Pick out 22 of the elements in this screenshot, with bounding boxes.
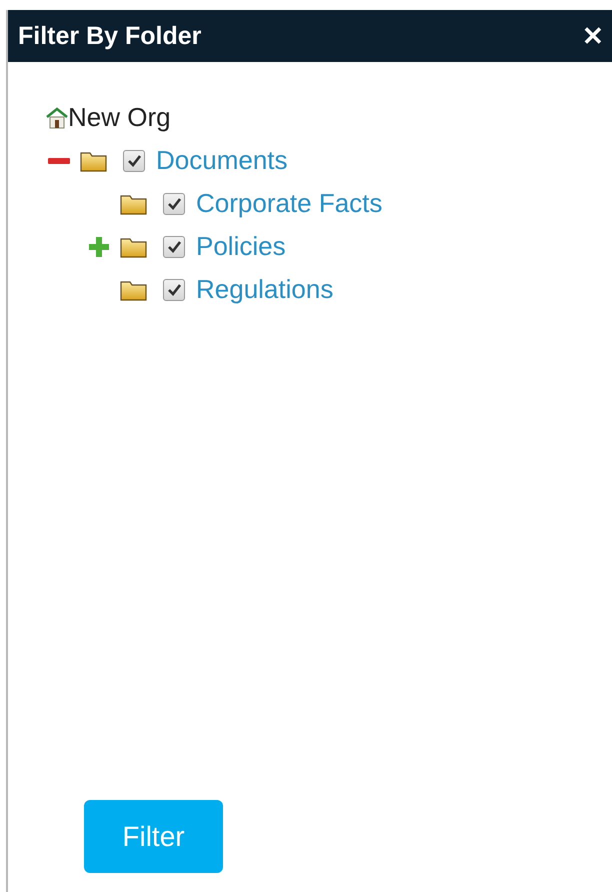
filter-button[interactable]: Filter [84, 800, 223, 873]
expand-icon[interactable] [86, 234, 112, 258]
check-icon [167, 240, 181, 254]
check-icon [127, 154, 141, 168]
check-icon [167, 196, 181, 210]
folder-icon [120, 278, 147, 300]
folder-icon [120, 192, 147, 214]
checkbox[interactable] [163, 278, 185, 300]
checkbox[interactable] [163, 192, 185, 214]
folder-icon [80, 150, 107, 172]
folder-link[interactable]: Documents [156, 145, 288, 176]
check-icon [167, 282, 181, 296]
home-icon [46, 106, 68, 128]
root-folder-link[interactable]: New Org [68, 102, 171, 133]
close-button[interactable]: ✕ [582, 20, 604, 52]
folder-link[interactable]: Policies [196, 231, 286, 262]
checkbox[interactable] [163, 236, 185, 258]
dialog-title: Filter By Folder [18, 22, 202, 50]
folder-icon [120, 236, 147, 258]
folder-link[interactable]: Regulations [196, 274, 334, 305]
folder-link[interactable]: Corporate Facts [196, 188, 382, 219]
checkbox[interactable] [123, 150, 145, 172]
